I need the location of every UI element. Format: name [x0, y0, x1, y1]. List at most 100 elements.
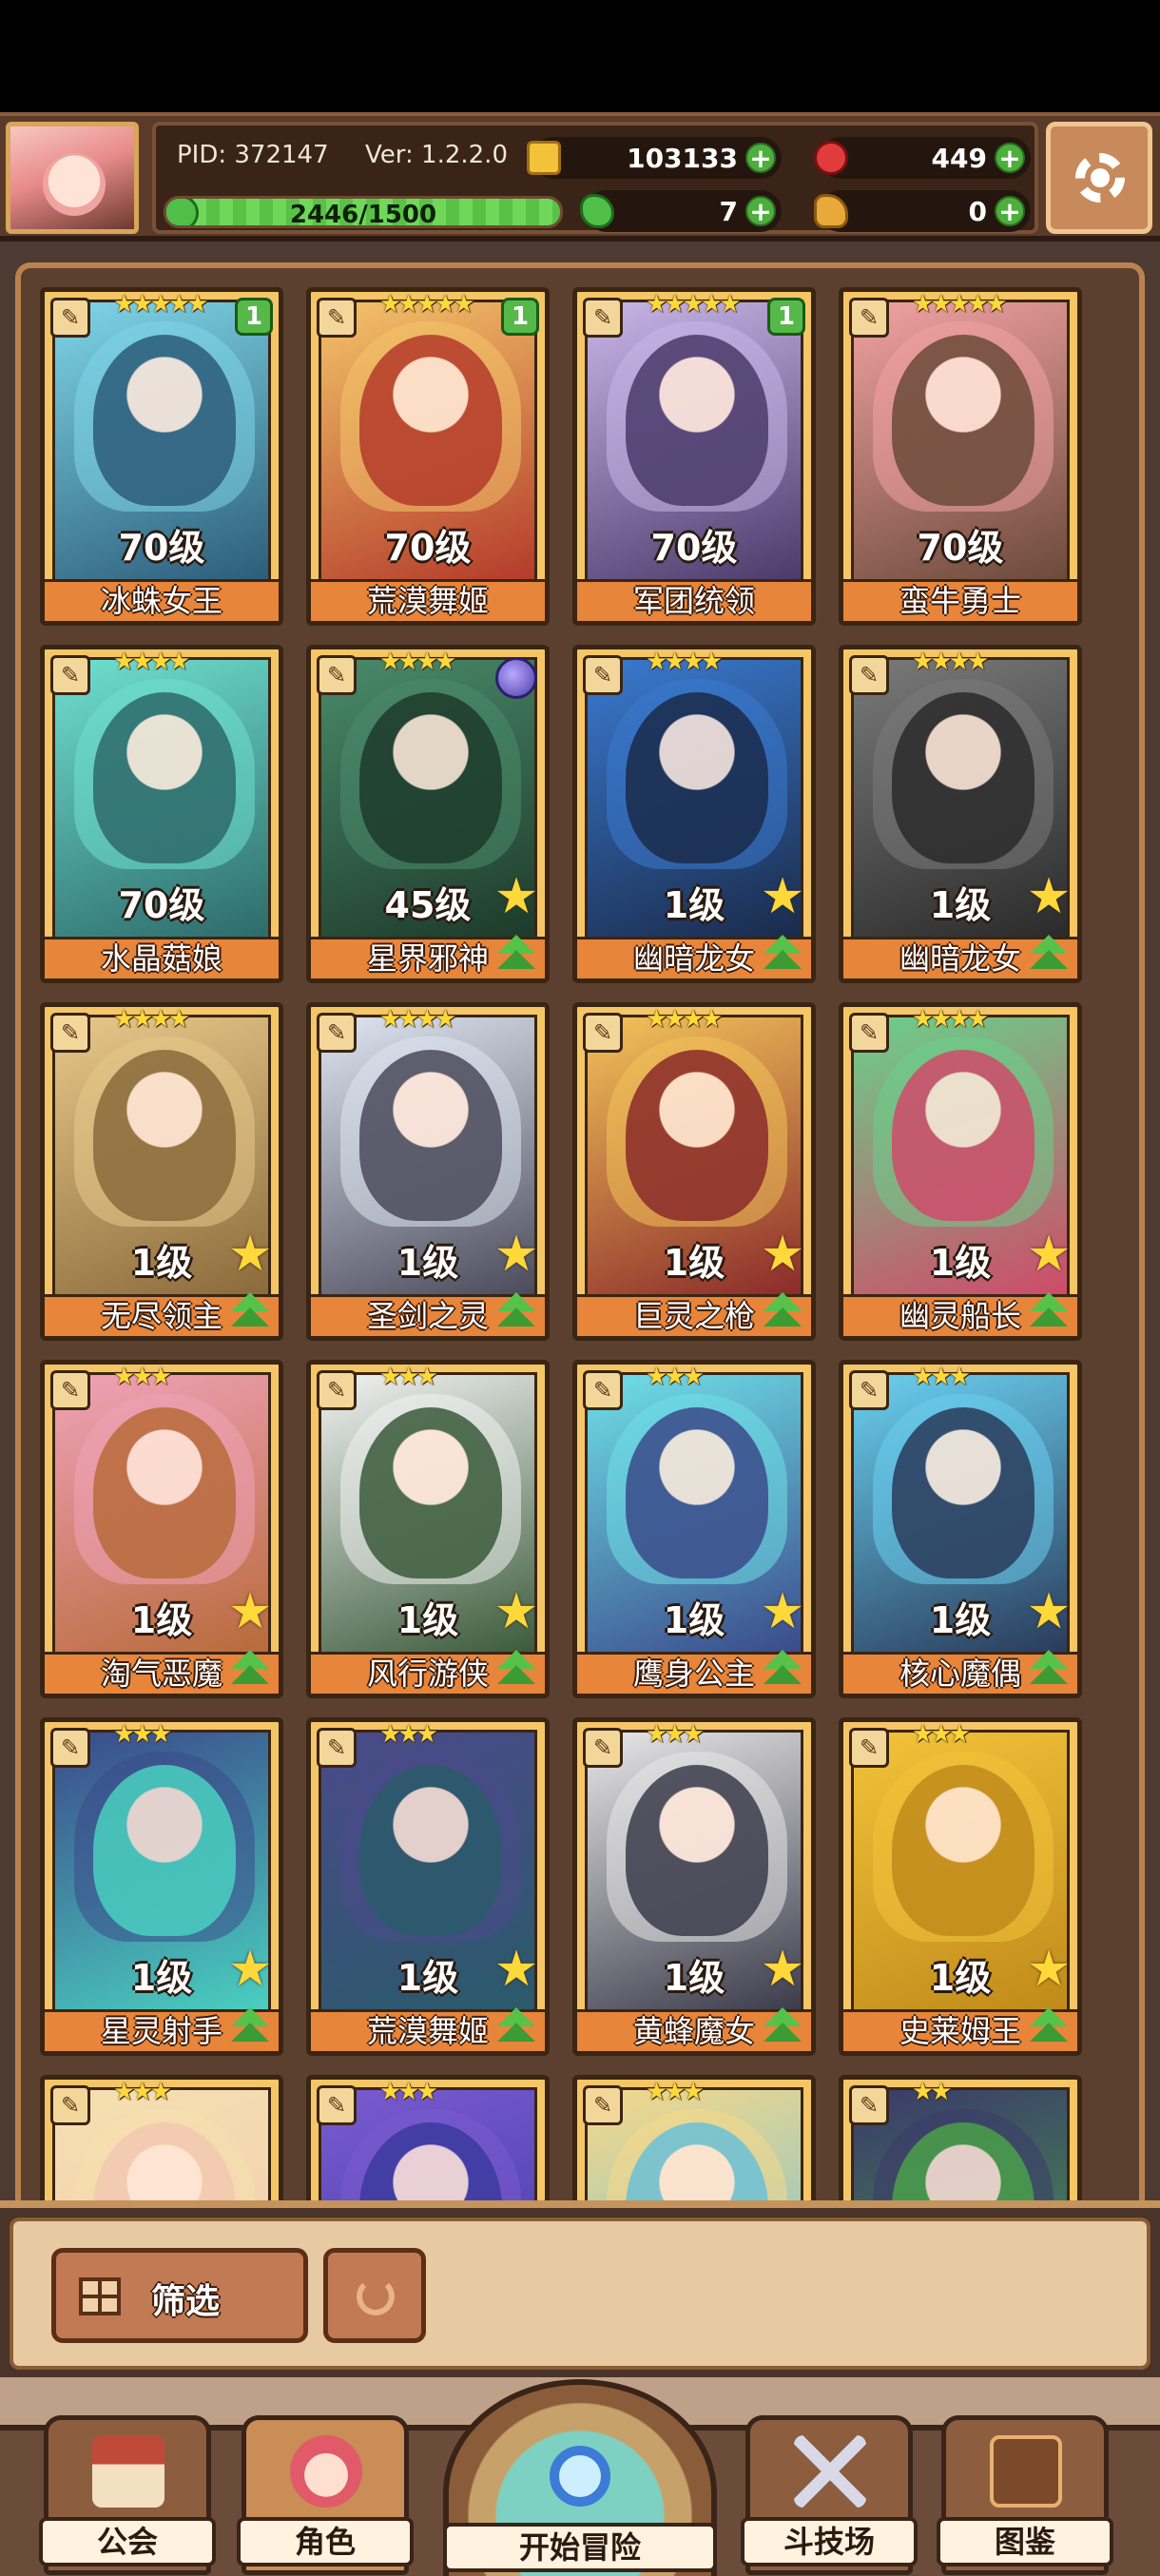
star-upgrade-icon[interactable]: ★: [492, 1230, 541, 1279]
star-upgrade-icon[interactable]: ★: [225, 1230, 275, 1279]
hero-class-icon: ✎: [583, 655, 623, 695]
hero-card[interactable]: ✎ ★★★★ 70级 水晶菇娘: [40, 645, 283, 983]
hero-star-rating: ★★★★: [646, 1005, 723, 1034]
hero-class-icon: ✎: [317, 298, 357, 338]
hero-card[interactable]: ✎ ★★★★ 45级 星界邪神 ★: [306, 645, 550, 983]
hero-card[interactable]: ✎ ★★★★ 1级 圣剑之灵 ★: [306, 1002, 550, 1341]
nav-heroes[interactable]: 角色: [237, 2415, 414, 2575]
player-avatar[interactable]: [6, 122, 139, 234]
level-up-arrow-icon[interactable]: [760, 1290, 805, 1332]
add-clovers-button[interactable]: +: [745, 196, 776, 226]
level-up-arrow-icon[interactable]: [1026, 1290, 1072, 1332]
hero-card[interactable]: ✎ ★★★: [572, 2075, 816, 2202]
hero-card[interactable]: ✎ ★★★ 1级 核心魔偶 ★: [839, 1360, 1082, 1698]
star-upgrade-icon[interactable]: ★: [758, 1587, 807, 1637]
star-upgrade-icon[interactable]: ★: [1024, 1587, 1073, 1637]
hero-card[interactable]: ✎ ★★★ 1级 风行游侠 ★: [306, 1360, 550, 1698]
hero-name: 荒漠舞姬: [366, 583, 489, 619]
hero-card[interactable]: ✎ ★★★★★ 70级 蛮牛勇士: [839, 287, 1082, 626]
hero-card[interactable]: ✎ ★★★ 1级 黄蜂魔女 ★: [572, 1717, 816, 2056]
hero-star-rating: ★★★: [379, 2078, 438, 2106]
hero-card[interactable]: ✎ ★★★★ 1级 巨灵之枪 ★: [572, 1002, 816, 1341]
level-up-arrow-icon[interactable]: [1026, 933, 1072, 975]
star-upgrade-icon[interactable]: ★: [225, 1945, 275, 1994]
hero-class-icon: ✎: [583, 1728, 623, 1768]
level-up-arrow-icon[interactable]: [493, 1290, 539, 1332]
add-gems-button[interactable]: +: [995, 143, 1025, 173]
hero-card[interactable]: ✎ ★★: [839, 2075, 1082, 2202]
hero-card[interactable]: ✎ ★★★: [306, 2075, 550, 2202]
hero-star-rating: ★★★: [646, 2078, 705, 2106]
level-up-arrow-icon[interactable]: [493, 2005, 539, 2047]
star-upgrade-icon[interactable]: ★: [492, 1945, 541, 1994]
filter-button[interactable]: 筛选: [51, 2248, 308, 2343]
star-upgrade-icon[interactable]: ★: [1024, 1945, 1073, 1994]
hero-class-icon: ✎: [583, 1370, 623, 1410]
level-up-arrow-icon[interactable]: [493, 933, 539, 975]
magnifier-icon: [550, 2446, 610, 2507]
hero-class-icon: ✎: [317, 2085, 357, 2125]
hero-card[interactable]: ✎ ★★★★★ 1 70级 军团统领: [572, 287, 816, 626]
hero-star-rating: ★★★★: [646, 648, 723, 676]
hero-figure: [892, 1407, 1034, 1579]
hero-name: 风行游侠: [366, 1656, 489, 1692]
hero-star-rating: ★★: [912, 2078, 953, 2106]
guild-house-icon: [92, 2435, 164, 2508]
hero-figure: [626, 1407, 768, 1579]
hero-count-badge: 1: [235, 298, 273, 336]
level-up-arrow-icon[interactable]: [760, 2005, 805, 2047]
hero-card[interactable]: ✎ ★★★★★ 1 70级 荒漠舞姬: [306, 287, 550, 626]
start-adventure-button[interactable]: 开始冒险: [443, 2379, 717, 2576]
settings-button[interactable]: [1046, 122, 1152, 234]
hero-roster: ✎ ★★★★★ 1 70级 冰蛛女王 ✎ ★★★★★ 1 70级 荒漠舞姬 ✎ ★★★★★ 1 70级 军团…: [0, 242, 1160, 2202]
hero-class-icon: ✎: [317, 1013, 357, 1053]
hero-card[interactable]: ✎ ★★★ 1级 鹰身公主 ★: [572, 1360, 816, 1698]
hero-figure: [93, 692, 236, 863]
star-upgrade-icon[interactable]: ★: [1024, 872, 1073, 921]
sort-refresh-button[interactable]: [323, 2248, 426, 2343]
hero-card[interactable]: ✎ ★★★★ 1级 无尽领主 ★: [40, 1002, 283, 1341]
hero-name: 核心魔偶: [899, 1656, 1021, 1692]
star-upgrade-icon[interactable]: ★: [1024, 1230, 1073, 1279]
hero-card[interactable]: ✎ ★★★★ 1级 幽灵船长 ★: [839, 1002, 1082, 1341]
star-upgrade-icon[interactable]: ★: [758, 872, 807, 921]
hero-card[interactable]: ✎ ★★★ 1级 淘气恶魔 ★: [40, 1360, 283, 1698]
star-upgrade-icon[interactable]: ★: [492, 1587, 541, 1637]
hero-figure: [93, 335, 236, 506]
hero-card[interactable]: ✎ ★★★★ 1级 幽暗龙女 ★: [839, 645, 1082, 983]
level-up-arrow-icon[interactable]: [227, 2005, 273, 2047]
refresh-icon: [357, 2277, 395, 2315]
hero-card[interactable]: ✎ ★★★: [40, 2075, 283, 2202]
hero-grid: ✎ ★★★★★ 1 70级 冰蛛女王 ✎ ★★★★★ 1 70级 荒漠舞姬 ✎ ★★★★★ 1 70级 军团…: [15, 262, 1145, 2202]
level-up-arrow-icon[interactable]: [1026, 2005, 1072, 2047]
add-boots-button[interactable]: +: [995, 196, 1025, 226]
hero-card[interactable]: ✎ ★★★ 1级 星灵射手 ★: [40, 1717, 283, 2056]
hero-card[interactable]: ✎ ★★★★★ 1 70级 冰蛛女王: [40, 287, 283, 626]
hero-star-rating: ★★★: [113, 2078, 172, 2106]
hero-card[interactable]: ✎ ★★★ 1级 荒漠舞姬 ★: [306, 1717, 550, 2056]
clover-counter: 7 +: [580, 190, 782, 232]
hero-star-rating: ★★★★★: [912, 290, 1008, 319]
hero-class-icon: ✎: [50, 1013, 90, 1053]
add-coins-button[interactable]: +: [745, 143, 776, 173]
level-up-arrow-icon[interactable]: [227, 1290, 273, 1332]
hero-count-badge: 1: [767, 298, 805, 336]
level-up-arrow-icon[interactable]: [760, 933, 805, 975]
star-upgrade-icon[interactable]: ★: [758, 1945, 807, 1994]
level-up-arrow-icon[interactable]: [1026, 1648, 1072, 1690]
star-upgrade-icon[interactable]: ★: [758, 1230, 807, 1279]
boot-counter: 0 +: [814, 190, 1031, 232]
star-upgrade-icon[interactable]: ★: [492, 872, 541, 921]
game-version: Ver: 1.2.2.0: [365, 141, 508, 169]
hero-card[interactable]: ✎ ★★★★ 1级 幽暗龙女 ★: [572, 645, 816, 983]
hero-class-icon: ✎: [317, 655, 357, 695]
nav-arena[interactable]: 斗技场: [741, 2415, 918, 2575]
nav-codex[interactable]: 图鉴: [937, 2415, 1113, 2575]
hero-card[interactable]: ✎ ★★★ 1级 史莱姆王 ★: [839, 1717, 1082, 2056]
nav-guild[interactable]: 公会: [39, 2415, 216, 2575]
star-upgrade-icon[interactable]: ★: [225, 1587, 275, 1637]
level-up-arrow-icon[interactable]: [493, 1648, 539, 1690]
coin-counter: 103133 +: [527, 137, 782, 179]
level-up-arrow-icon[interactable]: [227, 1648, 273, 1690]
level-up-arrow-icon[interactable]: [760, 1648, 805, 1690]
